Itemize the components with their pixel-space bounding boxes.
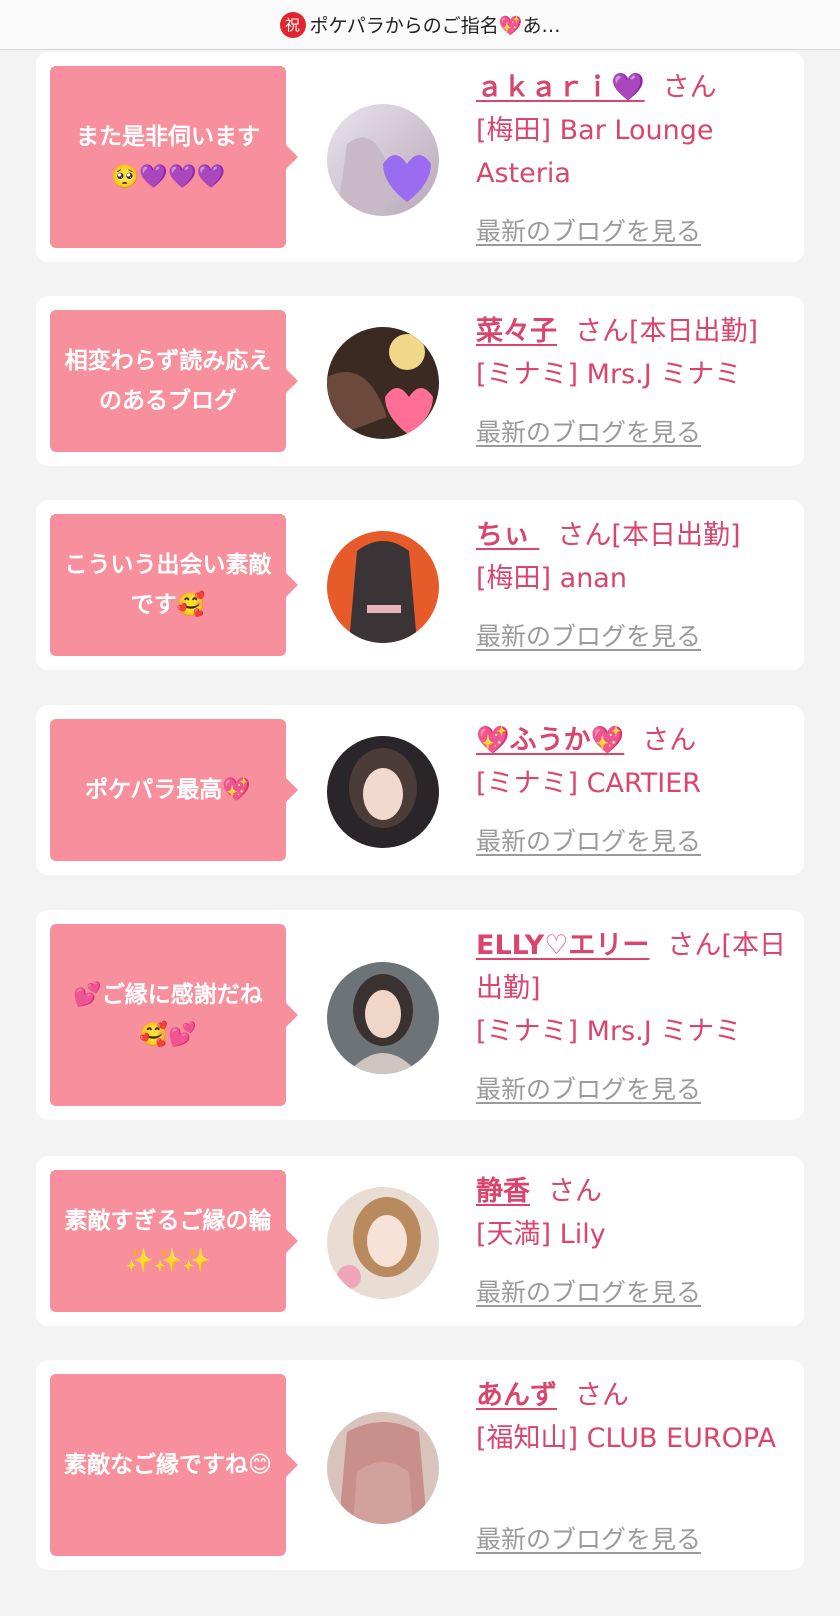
list-item: 素敵なご縁ですね😊 あんず さん [福知山] CLUB EUROPA 最新のブログ…: [36, 1360, 804, 1570]
blog-link[interactable]: 最新のブログを見る: [476, 413, 701, 449]
entry-info: 💖ふうか💖 さん [ミナミ] CARTIER: [476, 719, 796, 805]
avatar[interactable]: [327, 736, 439, 848]
blog-link[interactable]: 最新のブログを見る: [476, 212, 701, 248]
avatar[interactable]: [327, 531, 439, 643]
celebration-badge-icon: 祝: [279, 11, 306, 38]
message-bubble: こういう出会い素敵です🥰: [50, 514, 298, 656]
entry-info: 菜々子 さん[本日出勤] [ミナミ] Mrs.J ミナミ: [476, 310, 796, 396]
avatar[interactable]: [327, 962, 439, 1074]
avatar[interactable]: [327, 1187, 439, 1299]
blog-link[interactable]: 最新のブログを見る: [476, 822, 701, 858]
avatar[interactable]: [327, 327, 439, 439]
blog-link[interactable]: 最新のブログを見る: [476, 1273, 701, 1309]
message-bubble: 相変わらず読み応えのあるブログ: [50, 310, 298, 452]
avatar[interactable]: [327, 104, 439, 216]
shop-name: [梅田] Bar Lounge Asteria: [476, 115, 714, 189]
cast-name-link[interactable]: 💖ふうか💖: [476, 725, 624, 756]
blog-link[interactable]: 最新のブログを見る: [476, 1520, 701, 1556]
entry-info: ａｋａｒｉ💜 さん [梅田] Bar Lounge Asteria: [476, 66, 796, 195]
honorific: さん[本日出勤]: [575, 316, 759, 347]
list-item: 素敵すぎるご縁の輪✨✨✨ 静香 さん [天満] Lily 最新のブログを見る: [36, 1156, 804, 1326]
message-bubble: ポケパラ最高💖: [50, 719, 298, 861]
message-bubble: また是非伺います🥺💜💜💜: [50, 66, 298, 248]
honorific: さん: [548, 1176, 602, 1207]
message-bubble: 素敵すぎるご縁の輪✨✨✨: [50, 1170, 298, 1312]
cast-name-link[interactable]: ちぃ: [476, 520, 539, 551]
list-item: 💕ご縁に感謝だね🥰💕 ELLY♡エリー さん[本日出勤] [ミナミ] Mrs.J …: [36, 910, 804, 1120]
entry-info: 静香 さん [天満] Lily: [476, 1170, 796, 1256]
shop-name: [ミナミ] Mrs.J ミナミ: [476, 359, 742, 390]
message-bubble: 💕ご縁に感謝だね🥰💕: [50, 924, 298, 1106]
cast-name-link[interactable]: 静香: [476, 1176, 530, 1207]
blog-link[interactable]: 最新のブログを見る: [476, 1070, 701, 1106]
shop-name: [福知山] CLUB EUROPA: [476, 1423, 776, 1454]
cast-name-link[interactable]: 菜々子: [476, 316, 557, 347]
honorific: さん: [642, 725, 697, 756]
cast-name-link[interactable]: あんず: [476, 1380, 557, 1411]
shop-name: [ミナミ] Mrs.J ミナミ: [476, 1016, 742, 1047]
shop-name: [天満] Lily: [476, 1219, 606, 1250]
list-item: こういう出会い素敵です🥰 ちぃ さん[本日出勤] [梅田] anan 最新のブロ…: [36, 500, 804, 670]
entry-info: あんず さん [福知山] CLUB EUROPA: [476, 1374, 796, 1460]
cast-name-link[interactable]: ａｋａｒｉ💜: [476, 72, 645, 103]
shop-name: [梅田] anan: [476, 563, 627, 594]
page-header: 祝 ポケパラからのご指名💖あ…: [0, 0, 840, 50]
cast-name-link[interactable]: ELLY♡エリー: [476, 930, 649, 961]
honorific: さん: [575, 1380, 629, 1411]
page-title: ポケパラからのご指名💖あ…: [309, 15, 561, 37]
honorific: さん: [662, 72, 717, 103]
list-item: ポケパラ最高💖 💖ふうか💖 さん [ミナミ] CARTIER 最新のブログを見る: [36, 705, 804, 875]
message-bubble: 素敵なご縁ですね😊: [50, 1374, 298, 1556]
shop-name: [ミナミ] CARTIER: [476, 768, 702, 799]
blog-link[interactable]: 最新のブログを見る: [476, 617, 701, 653]
entry-info: ちぃ さん[本日出勤] [梅田] anan: [476, 514, 796, 600]
list-item: また是非伺います🥺💜💜💜 ａｋａｒｉ💜 さん [梅田] Bar Lounge As…: [36, 52, 804, 262]
list-item: 相変わらず読み応えのあるブログ 菜々子 さん[本日出勤] [ミナミ] Mrs.J …: [36, 296, 804, 466]
entry-info: ELLY♡エリー さん[本日出勤] [ミナミ] Mrs.J ミナミ: [476, 924, 796, 1053]
honorific: さん[本日出勤]: [557, 520, 741, 551]
avatar[interactable]: [327, 1412, 439, 1524]
